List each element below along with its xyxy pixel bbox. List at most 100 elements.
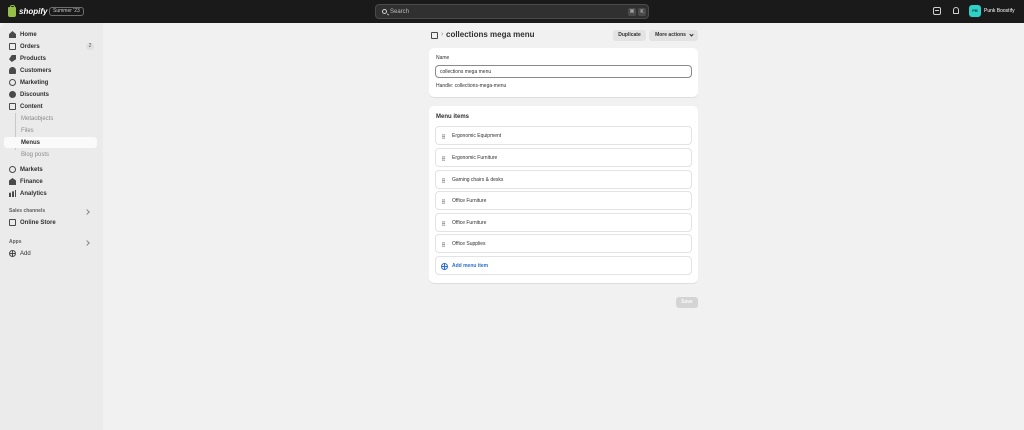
menu-item-label: Ergonomic Furniture bbox=[452, 155, 498, 161]
menu-icon[interactable] bbox=[431, 32, 438, 39]
orders-icon bbox=[9, 43, 16, 50]
bank-icon bbox=[9, 178, 16, 185]
sidebar-item-label: Discounts bbox=[20, 91, 50, 98]
page-header: › collections mega menu Duplicate More a… bbox=[429, 30, 698, 42]
edition-badge: Summer '23 bbox=[49, 7, 84, 16]
page-title: collections mega menu bbox=[446, 30, 535, 39]
drag-handle-icon[interactable] bbox=[442, 199, 445, 204]
drag-handle-icon[interactable] bbox=[442, 242, 445, 247]
drag-handle-icon[interactable] bbox=[442, 178, 445, 183]
menu-items-card: Menu items Ergonomic Equipment Ergonomic… bbox=[429, 106, 698, 283]
online-store-icon bbox=[9, 219, 16, 226]
add-menu-item-label: Add menu item bbox=[452, 263, 489, 269]
add-circle-icon bbox=[9, 250, 16, 257]
menu-item-row[interactable]: Office Supplies bbox=[435, 234, 692, 253]
menu-item-row[interactable]: Office Furniture bbox=[435, 191, 692, 210]
more-actions-label: More actions bbox=[655, 32, 686, 38]
sidebar-item-label: Online Store bbox=[20, 219, 56, 226]
menu-item-label: Ergonomic Equipment bbox=[452, 133, 502, 139]
store-icon[interactable] bbox=[933, 7, 941, 15]
sidebar-item-label: Metaobjects bbox=[21, 115, 54, 122]
sidebar-item-label: Menus bbox=[21, 139, 41, 146]
sidebar-item-label: Finance bbox=[20, 178, 43, 185]
name-card: Name Handle: collections-mega-menu bbox=[429, 48, 698, 97]
logo-text: shopify bbox=[19, 7, 48, 16]
command-key-icon: ⌘ bbox=[628, 8, 636, 16]
sidebar-item-label: Marketing bbox=[20, 79, 49, 86]
drag-handle-icon[interactable] bbox=[442, 221, 445, 226]
sidebar-item-label: Products bbox=[20, 55, 47, 62]
menu-item-label: Office Furniture bbox=[452, 198, 487, 204]
duplicate-button[interactable]: Duplicate bbox=[613, 30, 646, 41]
bar-chart-icon bbox=[9, 190, 16, 197]
search-bar[interactable]: Search ⌘ K bbox=[375, 4, 649, 19]
menu-item-label: Office Supplies bbox=[452, 241, 486, 247]
sidebar-item-analytics[interactable]: Analytics bbox=[4, 188, 97, 199]
name-label: Name bbox=[436, 55, 450, 61]
orders-count-badge: 2 bbox=[86, 43, 94, 50]
sidebar-item-label: Markets bbox=[20, 166, 43, 173]
sidebar-item-menus[interactable]: Menus bbox=[4, 137, 97, 148]
search-icon bbox=[382, 9, 387, 14]
sidebar-item-label: Add bbox=[20, 250, 31, 257]
menu-item-row[interactable]: Ergonomic Equipment bbox=[435, 126, 692, 145]
chevron-right-icon[interactable] bbox=[84, 209, 90, 215]
discount-icon bbox=[9, 91, 16, 98]
sidebar-item-content[interactable]: Content bbox=[4, 101, 97, 112]
sidebar-item-blog-posts[interactable]: Blog posts bbox=[4, 149, 97, 160]
menu-item-label: Office Furniture bbox=[452, 220, 487, 226]
menu-item-row[interactable]: Gaming chairs & desks bbox=[435, 170, 692, 189]
bell-icon[interactable] bbox=[953, 7, 959, 14]
sidebar: Home Orders 2 Products Customers Marketi… bbox=[0, 23, 103, 430]
add-circle-icon bbox=[441, 263, 448, 270]
menu-item-label: Gaming chairs & desks bbox=[452, 177, 504, 183]
sidebar-item-customers[interactable]: Customers bbox=[4, 65, 97, 76]
target-icon bbox=[9, 79, 16, 86]
tag-icon bbox=[9, 55, 16, 62]
top-bar: shopify Summer '23 Search ⌘ K PB Punk Bo… bbox=[0, 0, 1024, 23]
menu-items-title: Menu items bbox=[436, 114, 470, 120]
shopify-logo[interactable]: shopify bbox=[8, 4, 48, 17]
content-icon bbox=[9, 103, 16, 110]
sidebar-item-metaobjects[interactable]: Metaobjects bbox=[4, 113, 97, 124]
person-icon bbox=[9, 67, 16, 74]
home-icon bbox=[9, 31, 16, 38]
chevron-down-icon bbox=[689, 32, 694, 37]
globe-icon bbox=[9, 166, 16, 173]
sidebar-item-label: Files bbox=[21, 127, 34, 134]
save-button[interactable]: Save bbox=[676, 297, 698, 308]
more-actions-button[interactable]: More actions bbox=[649, 30, 698, 41]
sidebar-item-label: Orders bbox=[20, 43, 40, 50]
sidebar-item-files[interactable]: Files bbox=[4, 125, 97, 136]
chevron-right-icon[interactable] bbox=[84, 240, 90, 246]
sidebar-item-home[interactable]: Home bbox=[4, 29, 97, 40]
sidebar-item-add[interactable]: Add bbox=[4, 248, 97, 259]
search-placeholder: Search bbox=[390, 9, 410, 15]
sidebar-item-markets[interactable]: Markets bbox=[4, 164, 97, 175]
add-menu-item-button[interactable]: Add menu item bbox=[435, 256, 692, 275]
sidebar-item-label: Content bbox=[20, 103, 43, 110]
sidebar-item-online-store[interactable]: Online Store bbox=[4, 217, 97, 228]
sidebar-item-label: Home bbox=[20, 31, 37, 38]
sidebar-item-discounts[interactable]: Discounts bbox=[4, 89, 97, 100]
drag-handle-icon[interactable] bbox=[442, 156, 445, 161]
sidebar-item-label: Blog posts bbox=[21, 151, 50, 158]
sales-channels-label[interactable]: Sales channels bbox=[9, 208, 45, 214]
shopify-bag-icon bbox=[8, 4, 16, 17]
menu-item-row[interactable]: Ergonomic Furniture bbox=[435, 148, 692, 167]
menu-item-row[interactable]: Office Furniture bbox=[435, 213, 692, 232]
sidebar-item-label: Customers bbox=[20, 67, 52, 74]
sidebar-item-finance[interactable]: Finance bbox=[4, 176, 97, 187]
drag-handle-icon[interactable] bbox=[442, 134, 445, 139]
sidebar-item-label: Analytics bbox=[20, 190, 47, 197]
avatar[interactable]: PB bbox=[969, 5, 981, 17]
k-key-icon: K bbox=[638, 8, 646, 16]
sidebar-item-products[interactable]: Products bbox=[4, 53, 97, 64]
name-input[interactable] bbox=[435, 65, 692, 78]
sidebar-item-orders[interactable]: Orders 2 bbox=[4, 41, 97, 52]
sidebar-item-marketing[interactable]: Marketing bbox=[4, 77, 97, 88]
breadcrumb-separator: › bbox=[441, 31, 444, 38]
user-name[interactable]: Punk Boostify bbox=[984, 8, 1015, 14]
apps-label[interactable]: Apps bbox=[9, 239, 22, 245]
handle-text: Handle: collections-mega-menu bbox=[436, 83, 507, 89]
